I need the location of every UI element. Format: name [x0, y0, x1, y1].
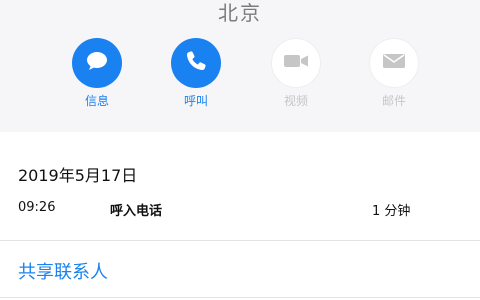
call-time: 09:26: [18, 200, 56, 215]
mail-label: 邮件: [381, 94, 406, 108]
message-button[interactable]: [72, 38, 122, 88]
mail-action[interactable]: 邮件: [364, 38, 424, 108]
contact-location: 北京: [218, 1, 262, 25]
contact-header: 北京 信息 呼叫 视频 邮件: [0, 0, 480, 132]
message-label: 信息: [84, 94, 109, 108]
phone-icon: [184, 49, 208, 77]
divider: [0, 240, 480, 241]
call-button[interactable]: [171, 38, 221, 88]
call-label: 呼叫: [183, 94, 208, 108]
message-icon: [84, 49, 110, 77]
video-action[interactable]: 视频: [266, 38, 326, 108]
video-button[interactable]: [271, 38, 321, 88]
share-contact-button[interactable]: 共享联系人: [18, 258, 108, 284]
call-date: 2019年5月17日: [18, 166, 138, 185]
call-duration: 1 分钟: [372, 204, 411, 219]
divider-bottom: [0, 297, 480, 298]
mail-button[interactable]: [369, 38, 419, 88]
message-action[interactable]: 信息: [67, 38, 127, 108]
video-icon: [282, 52, 310, 74]
call-action[interactable]: 呼叫: [166, 38, 226, 108]
video-label: 视频: [283, 94, 308, 108]
call-type: 呼入电话: [110, 204, 163, 219]
mail-icon: [381, 51, 407, 75]
action-bar: 信息 呼叫 视频 邮件: [0, 38, 480, 118]
